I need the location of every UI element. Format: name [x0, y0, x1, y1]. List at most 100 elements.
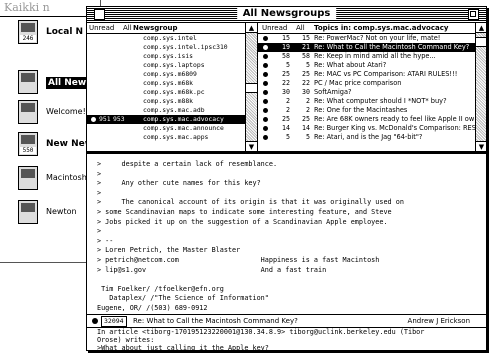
article-subject: Re: What to Call the Macintosh Command K…	[133, 317, 298, 325]
unread-dot-icon	[263, 108, 268, 113]
col-unread-header[interactable]: Unread	[89, 23, 114, 33]
article-text-line: Tim Foelker/ /tfoelker@efn.org	[97, 284, 224, 293]
scroll-thumb[interactable]	[476, 37, 486, 47]
topic-subject: Re: Are 68K owners ready to feel like Ap…	[314, 115, 475, 123]
newsgroup-set-icon: 550	[18, 132, 38, 156]
newsgroup-list: comp.sys.intel comp.sys.intel.ipsc310 comp…	[87, 34, 257, 142]
article-text-line: > Any other cute names for this key?	[97, 179, 261, 188]
topic-row[interactable]: 5 5 Re: Atari, and is the Jag "64-bit"?	[258, 133, 486, 142]
reply-text-line: Orose) writes:	[97, 336, 155, 344]
newsgroup-name: comp.sys.m88k	[143, 97, 194, 105]
topic-unread-count: 25	[282, 115, 290, 123]
topic-unread-count: 14	[282, 124, 290, 132]
topic-all-count: 21	[302, 43, 310, 51]
topic-unread-count: 22	[282, 79, 290, 87]
title-bar[interactable]: All Newsgroups	[87, 7, 486, 23]
topic-row[interactable]: 58 58 Re: Keep in mind amid all the hype..…	[258, 52, 486, 61]
topic-row[interactable]: 14 14 Re: Burger King vs. McDonald's Compa…	[258, 124, 486, 133]
col-unread-header[interactable]: Unread	[262, 23, 287, 33]
reply-text-line: >What about just calling it the Apple ke…	[97, 344, 269, 351]
topic-pane-header: Unread All Topics in: comp.sys.mac.advoc…	[258, 23, 486, 34]
newsgroup-set-icon	[18, 100, 38, 124]
topic-row[interactable]: 30 30 SoftAmiga?	[258, 88, 486, 97]
col-all-header[interactable]: All	[296, 23, 305, 33]
newsgroup-name: comp.sys.isis	[143, 52, 194, 60]
group-list-label: Local N	[46, 27, 84, 37]
zoom-box-icon[interactable]	[468, 9, 479, 20]
read-status-dot-icon	[92, 318, 98, 324]
topic-pane: Unread All Topics in: comp.sys.mac.advoc…	[258, 23, 486, 151]
newsgroup-row[interactable]: comp.sys.m88k	[87, 97, 257, 106]
topic-subject: Re: What about Atari?	[314, 61, 387, 69]
topic-row[interactable]: 2 2 Re: What computer should I *NOT* buy?	[258, 97, 486, 106]
topic-all-count: 2	[306, 97, 310, 105]
newsgroup-row[interactable]: 951 953 comp.sys.mac.advocacy	[87, 115, 257, 124]
article-text-line: > some Scandinavian maps to indicate som…	[97, 208, 392, 216]
newsgroup-name: comp.sys.mac.announce	[143, 124, 224, 132]
article-text-line: >	[97, 227, 102, 236]
group-list-label: Welcome!	[46, 107, 86, 116]
article-text-line: > despite a certain lack of resemblance.	[97, 160, 278, 168]
topic-row[interactable]: 19 21 Re: What to Call the Macintosh Comma…	[258, 43, 486, 52]
article-text-line: > lip@s1.gov And a fast train	[97, 265, 327, 274]
newsgroup-name: comp.sys.mac.apps	[143, 133, 209, 141]
newsgroup-name: comp.sys.m6809	[143, 70, 197, 78]
newsgroup-row[interactable]: comp.sys.m6809	[87, 70, 257, 79]
article-number: 32094	[101, 316, 127, 327]
newsgroup-name: comp.sys.mac.adb	[143, 106, 205, 114]
screen-thumbnail-icon	[21, 103, 35, 112]
topic-all-count: 30	[302, 88, 310, 96]
topic-row[interactable]: 22 22 PC / Mac price comparison	[258, 79, 486, 88]
topic-all-count: 14	[302, 124, 310, 132]
unread-dot-icon	[263, 72, 268, 77]
topic-unread-count: 19	[282, 43, 290, 51]
topic-subject: Re: MAC vs PC Comparison: ATARI RULES!!!	[314, 70, 458, 78]
scroll-down-arrow-icon[interactable]: ▼	[246, 141, 257, 151]
newsgroup-row[interactable]: comp.sys.mac.apps	[87, 133, 257, 142]
screen-thumbnail-icon	[21, 73, 35, 82]
icon-badge: 550	[20, 147, 36, 154]
topic-unread-count: 30	[282, 88, 290, 96]
scroll-down-arrow-icon[interactable]: ▼	[476, 141, 486, 151]
newsgroup-row[interactable]: comp.sys.mac.adb	[87, 106, 257, 115]
topic-unread-count: 5	[286, 133, 290, 141]
newsgroup-name: comp.sys.intel.ipsc310	[143, 43, 228, 51]
unread-dot-icon	[263, 117, 268, 122]
newsgroup-row[interactable]: comp.sys.mac.announce	[87, 124, 257, 133]
newsgroup-row[interactable]: comp.sys.intel.ipsc310	[87, 43, 257, 52]
col-all-header[interactable]: All	[123, 23, 132, 33]
scroll-up-arrow-icon[interactable]: ▲	[246, 23, 257, 33]
article-text-line: Eugene, OR/ /(503) 689-0912	[97, 304, 208, 312]
article-text-line: > --	[97, 236, 114, 245]
article-text-line: Dataplex/ /"The Science of Information"	[97, 294, 269, 303]
topic-row[interactable]: 15 15 Re: PowerMac? Not on your life, mate…	[258, 34, 486, 43]
newsgroup-row[interactable]: comp.sys.m68k	[87, 79, 257, 88]
newsgroup-set-icon	[18, 200, 38, 224]
unread-dot-icon	[263, 135, 268, 140]
topic-scrollbar[interactable]: ▲ ▼	[475, 23, 486, 151]
screen-thumbnail-icon	[21, 23, 35, 32]
topic-all-count: 25	[302, 115, 310, 123]
newsgroup-name: comp.sys.m68k.pc	[143, 88, 205, 96]
newsgroup-row[interactable]: comp.sys.m68k.pc	[87, 88, 257, 97]
topic-row[interactable]: 2 2 Re: One for the Macintashes	[258, 106, 486, 115]
newsgroup-row[interactable]: comp.sys.intel	[87, 34, 257, 43]
reply-article-body[interactable]: In article <tiborg-170195123220001@130.3…	[87, 327, 486, 351]
col-newsgroup-header[interactable]: Newsgroup	[133, 23, 178, 33]
scroll-up-arrow-icon[interactable]: ▲	[476, 23, 486, 33]
close-box-icon[interactable]	[94, 9, 105, 20]
scroll-thumb[interactable]	[246, 83, 257, 93]
article-text-line: >	[97, 169, 102, 178]
topic-row[interactable]: 25 25 Re: Are 68K owners ready to feel lik…	[258, 115, 486, 124]
article-body[interactable]: > despite a certain lack of resemblance.…	[87, 154, 486, 314]
topic-unread-count: 15	[282, 34, 290, 42]
topic-row[interactable]: 5 5 Re: What about Atari?	[258, 61, 486, 70]
newsgroup-scrollbar[interactable]: ▲ ▼	[245, 23, 257, 151]
newsgroup-row[interactable]: comp.sys.laptops	[87, 61, 257, 70]
newsgroup-row[interactable]: comp.sys.isis	[87, 52, 257, 61]
topic-subject: Re: Burger King vs. McDonald's Compariso…	[314, 124, 481, 132]
topic-subject: SoftAmiga?	[314, 88, 352, 96]
article-header-bar[interactable]: 32094 Re: What to Call the Macintosh Com…	[87, 314, 486, 328]
topic-row[interactable]: 25 25 Re: MAC vs PC Comparison: ATARI RULE…	[258, 70, 486, 79]
col-topics-header[interactable]: Topics in: comp.sys.mac.advocacy	[314, 23, 448, 33]
